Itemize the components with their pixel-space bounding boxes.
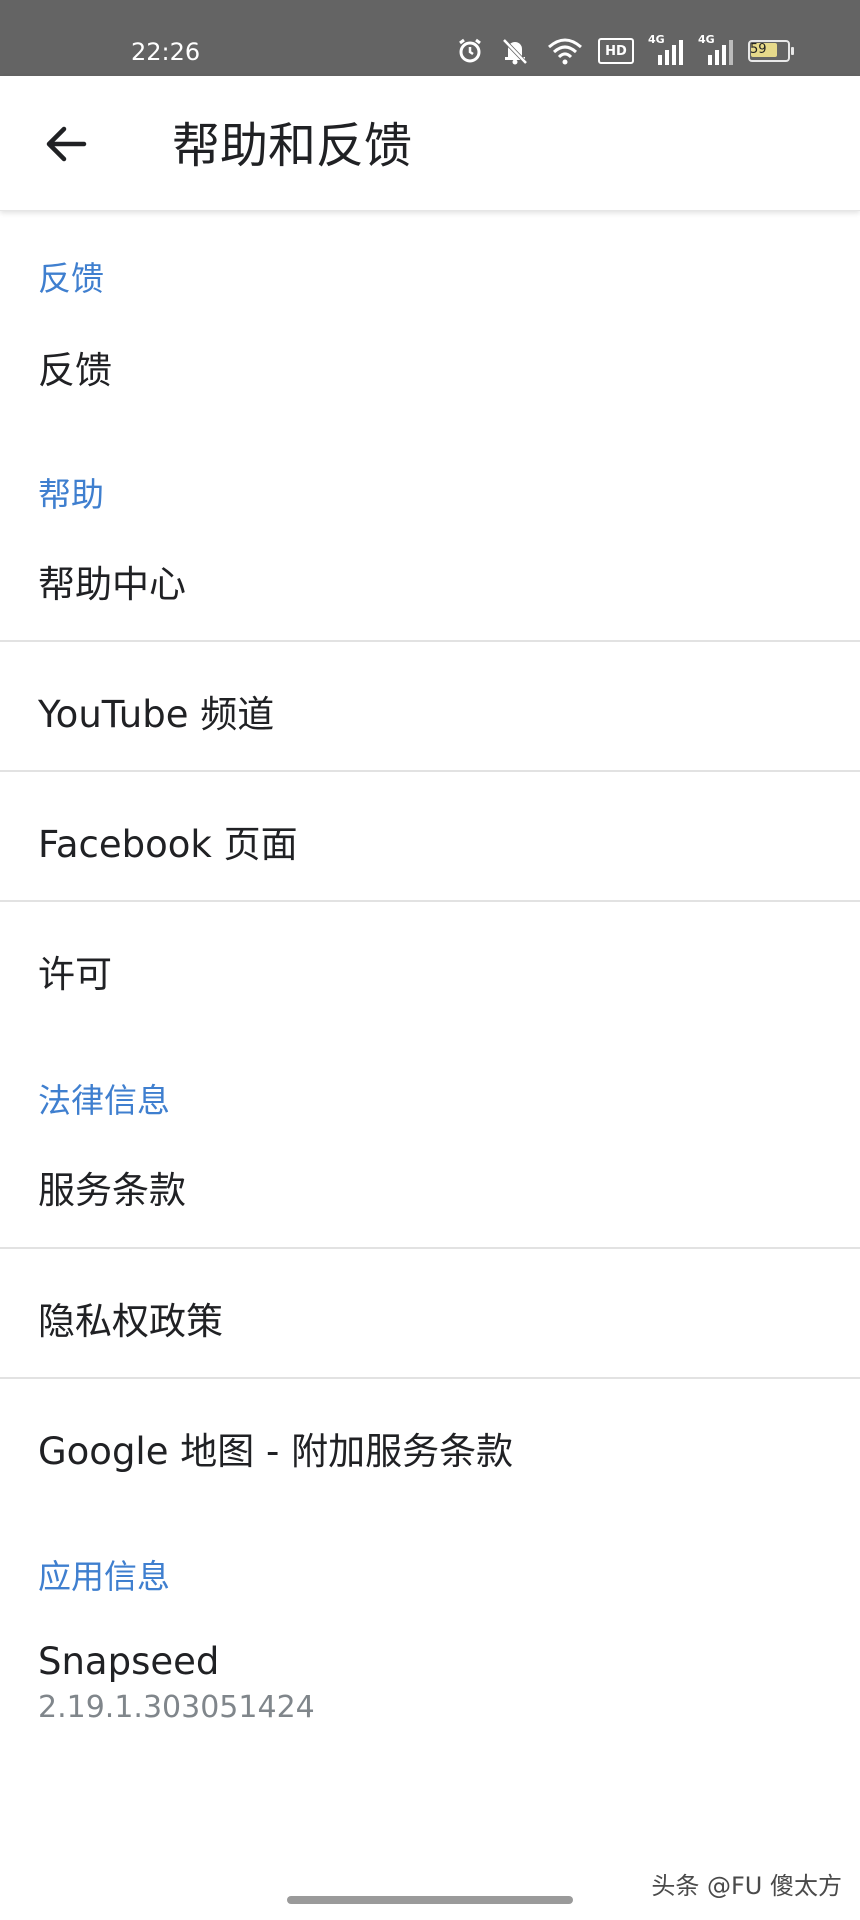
- section-header-app-info: 应用信息: [38, 1557, 170, 1596]
- list-item-label: 许可: [38, 953, 112, 996]
- signal-icon: 4G: [648, 33, 684, 65]
- status-icons: HD 4G 4G 59: [456, 33, 794, 66]
- status-time: 22:26: [131, 38, 201, 66]
- section-header-help: 帮助: [38, 475, 104, 514]
- hd-label: HD: [605, 43, 627, 59]
- hd-icon: HD: [598, 38, 634, 64]
- list-item-facebook-page[interactable]: Facebook 页面: [0, 772, 860, 900]
- section-header-legal: 法律信息: [38, 1081, 170, 1120]
- list-item-feedback[interactable]: 反馈: [0, 320, 860, 430]
- alarm-icon: [459, 38, 481, 63]
- list-item-label: 帮助中心: [38, 563, 186, 606]
- status-bar: 22:26 HD 4G 4G 59: [0, 0, 860, 76]
- page-title: 帮助和反馈: [172, 118, 413, 174]
- app-version: 2.19.1.303051424: [38, 1690, 315, 1725]
- list-item-label: 服务条款: [38, 1169, 186, 1212]
- app-name: Snapseed: [38, 1640, 220, 1683]
- home-indicator[interactable]: [287, 1896, 573, 1904]
- list-item-privacy-policy[interactable]: 隐私权政策: [0, 1249, 860, 1377]
- list-item-maps-additional-terms[interactable]: Google 地图 - 附加服务条款: [0, 1379, 860, 1509]
- signal-icon: 4G: [698, 33, 734, 65]
- list-item-licenses[interactable]: 许可: [0, 902, 860, 1022]
- list-item-terms-of-service[interactable]: 服务条款: [0, 1146, 860, 1246]
- section-header-feedback: 反馈: [38, 259, 104, 298]
- list-item-label: 隐私权政策: [38, 1300, 223, 1343]
- battery-level: 59: [750, 42, 767, 57]
- list-item-label: YouTube 频道: [38, 693, 275, 736]
- wifi-icon: [548, 38, 582, 65]
- list-item-help-center[interactable]: 帮助中心: [0, 540, 860, 640]
- arrow-left-icon: [46, 126, 87, 162]
- list-item-label: Google 地图 - 附加服务条款: [38, 1430, 514, 1473]
- list-item-youtube-channel[interactable]: YouTube 频道: [0, 642, 860, 770]
- app-bar: 帮助和反馈: [0, 76, 860, 211]
- list-item-label: 反馈: [38, 349, 112, 392]
- battery-icon: 59: [748, 40, 794, 62]
- back-button[interactable]: [28, 109, 104, 179]
- app-info-item: Snapseed 2.19.1.303051424: [0, 1620, 860, 1740]
- list-item-label: Facebook 页面: [38, 823, 298, 866]
- watermark: 头条 @FU 傻太方: [651, 1872, 842, 1900]
- mute-icon: [502, 38, 528, 65]
